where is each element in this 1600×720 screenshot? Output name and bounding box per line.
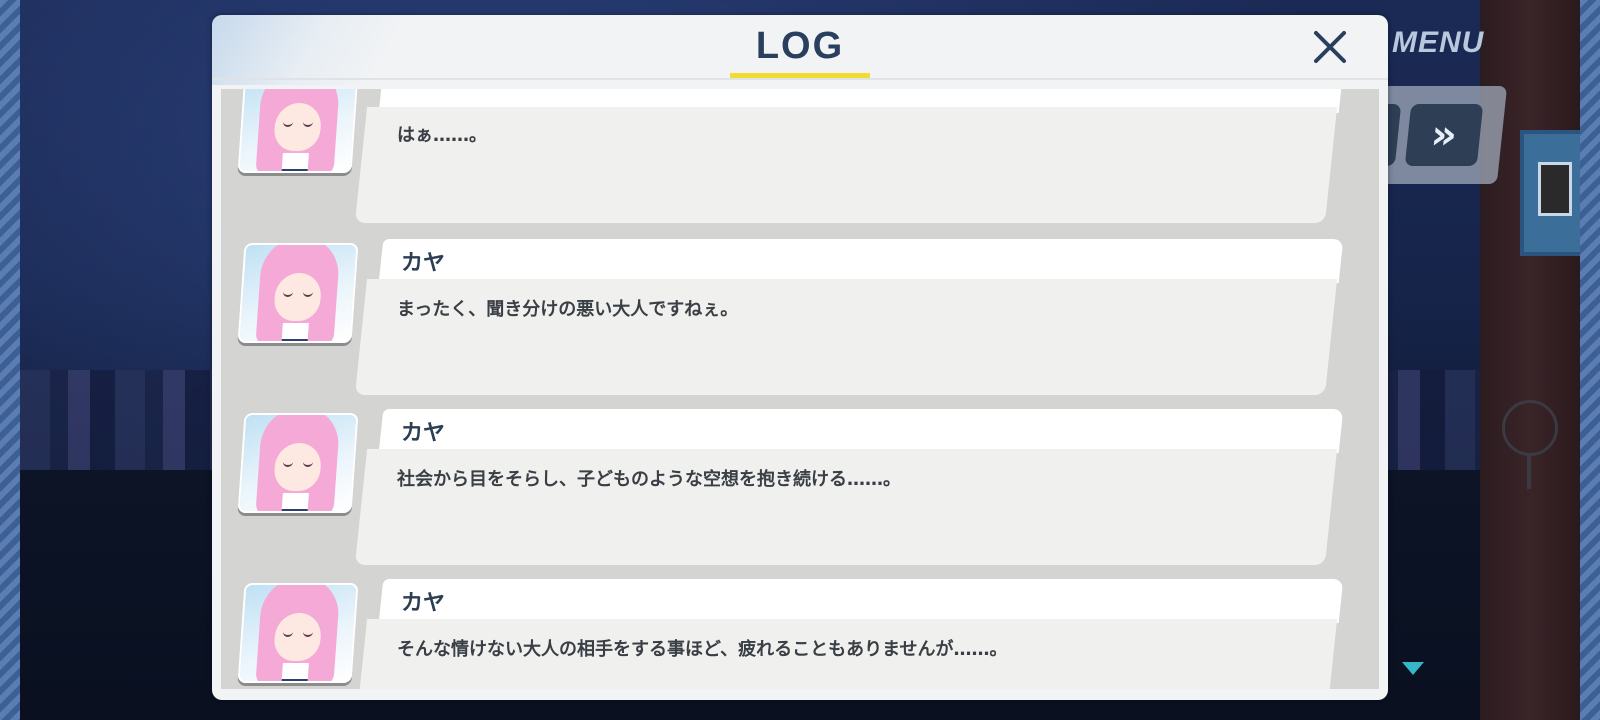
- globe-ornament: [1502, 400, 1558, 489]
- close-icon: [1314, 31, 1346, 63]
- fast-forward-button[interactable]: »: [1404, 104, 1484, 166]
- speaker-avatar: [237, 243, 359, 343]
- log-entry: カヤ はぁ……。: [221, 89, 1361, 229]
- speaker-name: カヤ: [401, 251, 446, 276]
- scroll-down-icon[interactable]: [1402, 662, 1424, 675]
- close-button[interactable]: [1306, 23, 1354, 71]
- right-border-stripe: [1580, 0, 1600, 720]
- menu-button[interactable]: MENU: [1392, 26, 1484, 60]
- left-border-stripe: [0, 0, 20, 720]
- speaker-avatar: [237, 413, 359, 513]
- log-entry: カヤ 社会から目をそらし、子どものような空想を抱き続ける……。: [221, 409, 1361, 569]
- speaker-name-bar: [378, 409, 1344, 453]
- speaker-name: カヤ: [401, 591, 446, 616]
- message-text: 社会から目をそらし、子どものような空想を抱き続ける……。: [397, 469, 901, 490]
- log-list[interactable]: カヤ はぁ……。 カヤ まったく、聞き分けの悪い大人ですねぇ。 カヤ 社会から目…: [221, 89, 1379, 689]
- speaker-name: カヤ: [401, 421, 446, 446]
- speaker-avatar: [237, 89, 359, 173]
- log-entry: カヤ そんな情けない大人の相手をする事ほど、疲れることもありませんが……。: [221, 579, 1361, 689]
- message-text: まったく、聞き分けの悪い大人ですねぇ。: [397, 299, 739, 320]
- fast-forward-icon: »: [1428, 112, 1460, 158]
- speaker-name-bar: [378, 579, 1344, 623]
- panel-title: LOG: [755, 25, 845, 67]
- message-bubble: [354, 107, 1338, 223]
- log-entry: カヤ まったく、聞き分けの悪い大人ですねぇ。: [221, 239, 1361, 399]
- message-text: はぁ……。: [397, 125, 487, 146]
- log-panel: LOG カヤ はぁ……。 カヤ まったく、聞き分けの悪い大人ですねぇ。: [212, 15, 1388, 700]
- speaker-avatar: [237, 583, 359, 683]
- speaker-name-bar: [378, 239, 1344, 283]
- header-divider: [212, 78, 1388, 80]
- message-text: そんな情けない大人の相手をする事ほど、疲れることもありませんが……。: [397, 639, 1008, 660]
